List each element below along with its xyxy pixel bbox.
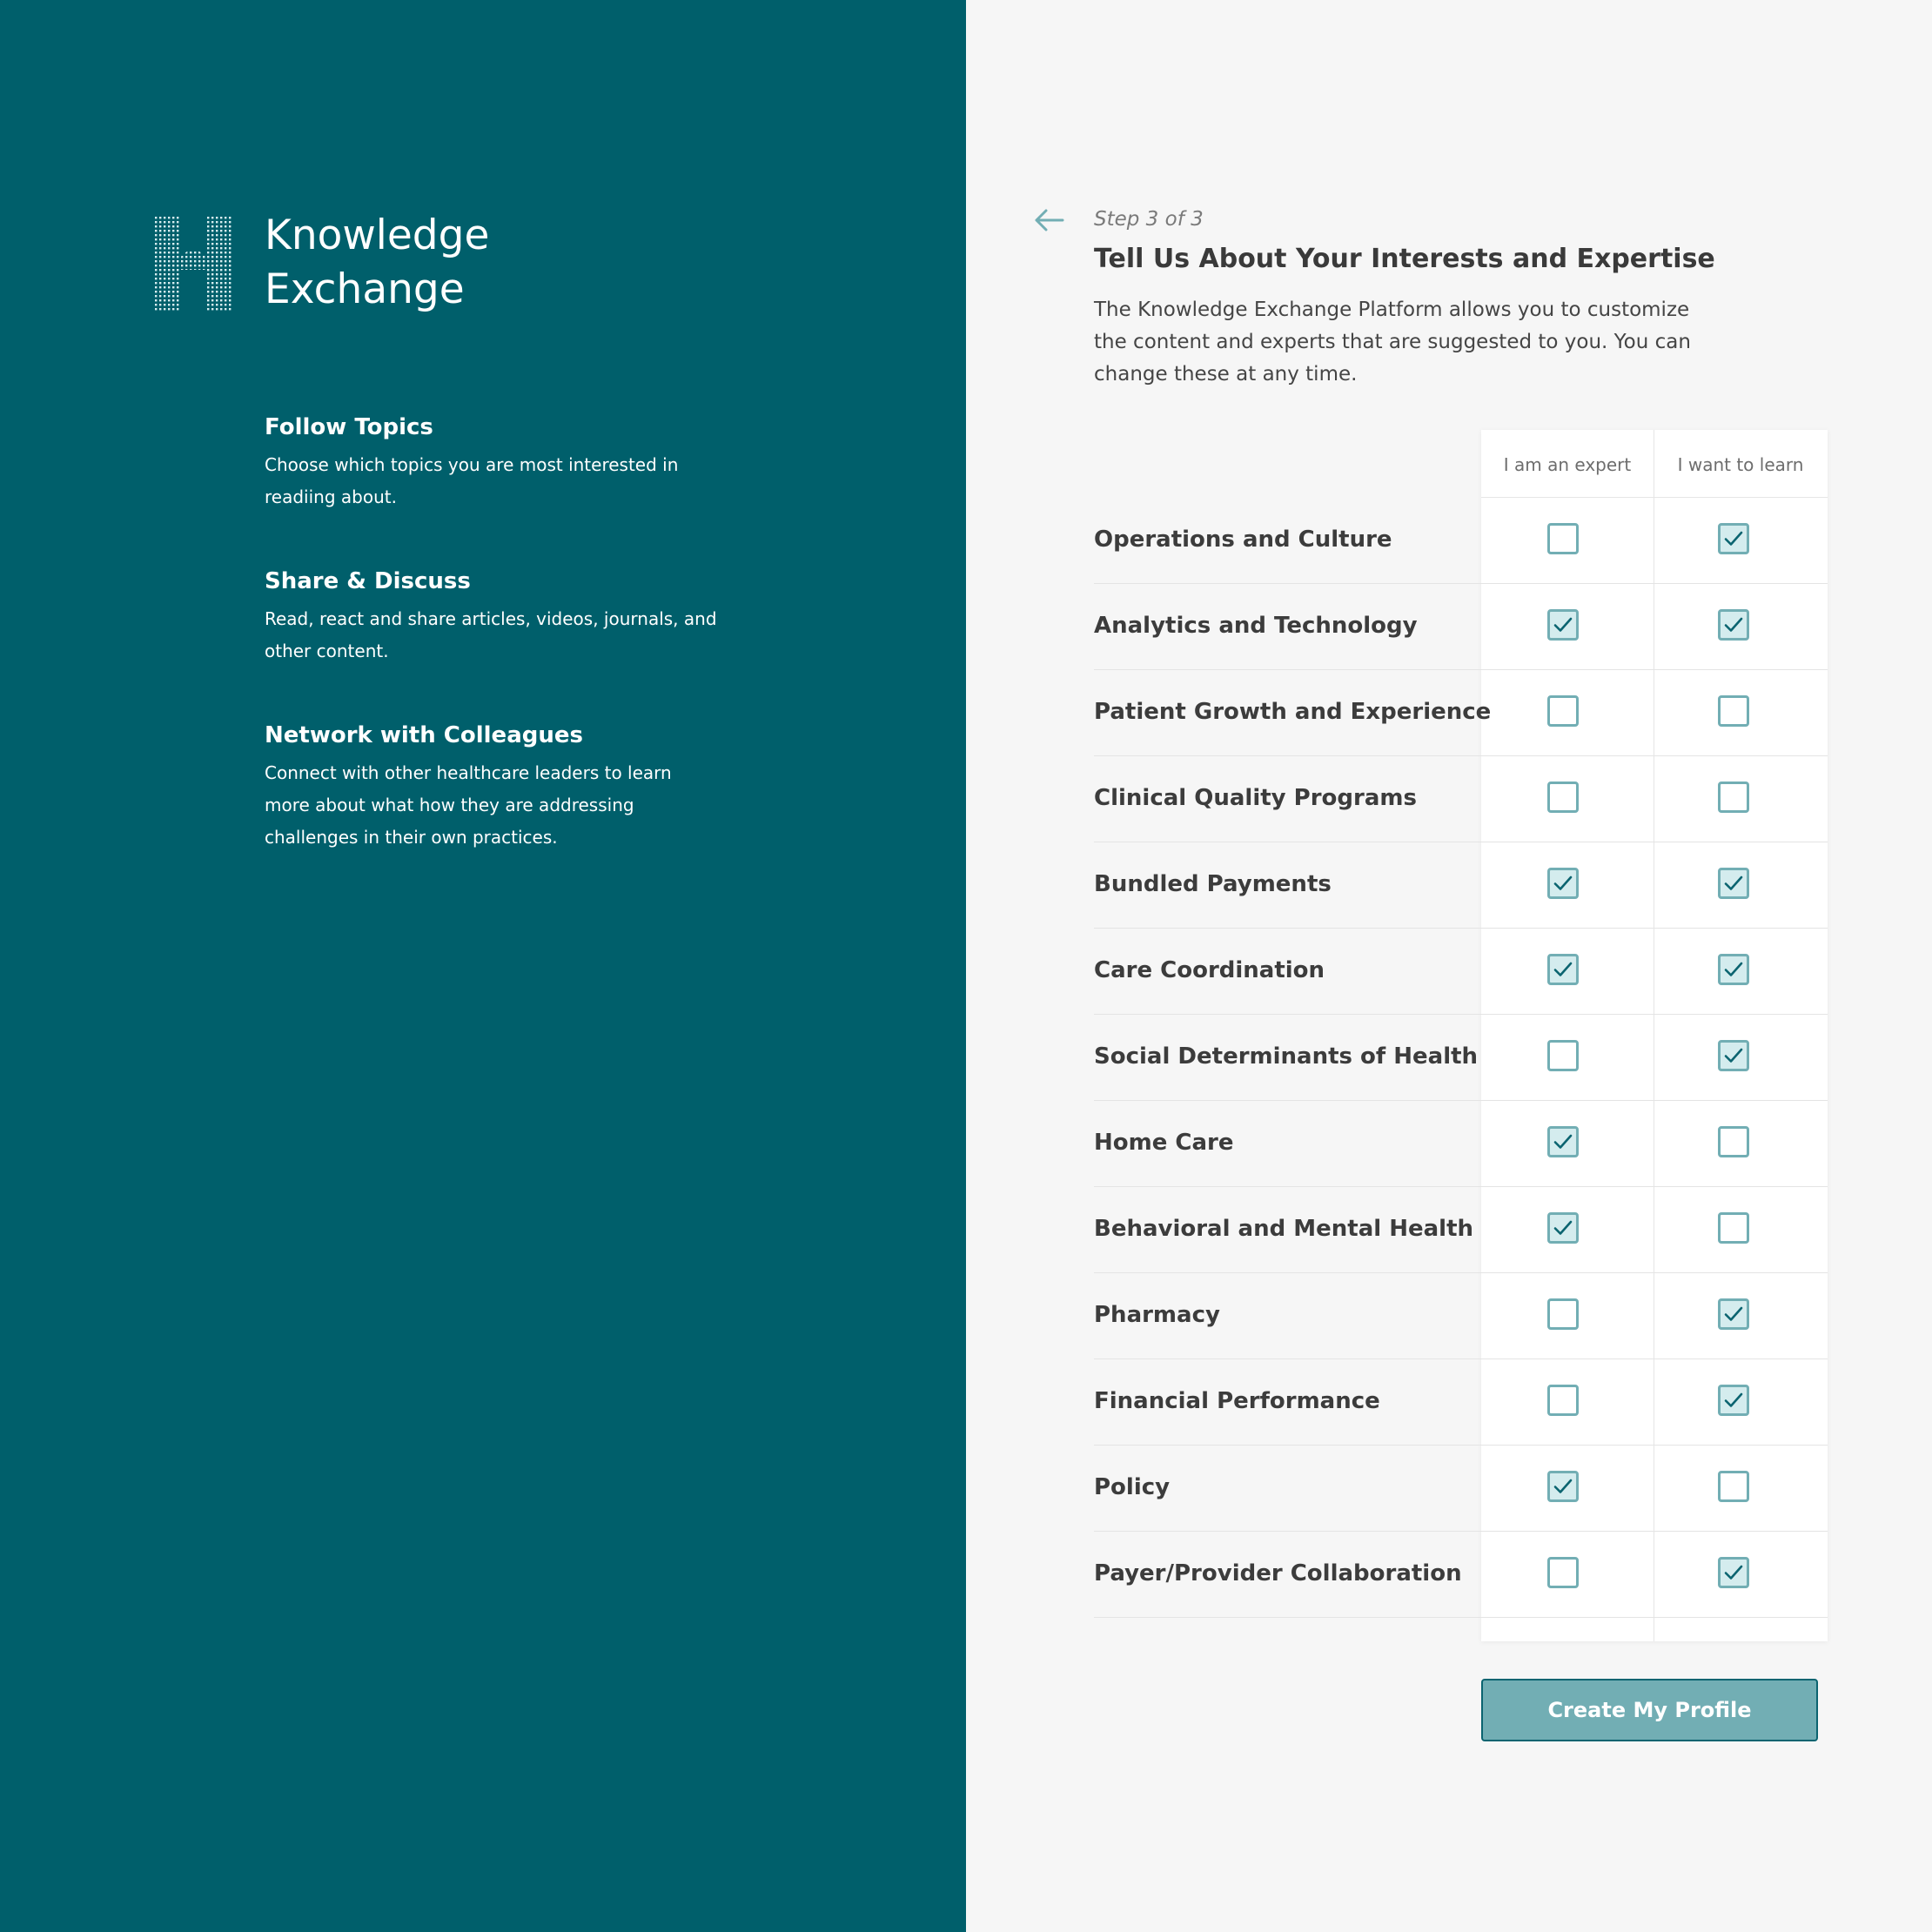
feature-title: Share & Discuss [265,568,471,594]
learn-checkbox[interactable] [1718,609,1749,641]
feature-title: Follow Topics [265,414,433,440]
expert-checkbox[interactable] [1547,1385,1579,1416]
expert-checkbox[interactable] [1547,954,1579,985]
checkmark-icon [1724,1306,1743,1321]
checkmark-icon [1553,1220,1573,1235]
checkmark-icon [1553,875,1573,890]
page-description: The Knowledge Exchange Platform allows y… [1094,299,1691,386]
topic-label: Pharmacy [1094,1302,1220,1328]
learn-checkbox[interactable] [1718,1040,1749,1071]
topic-label: Patient Growth and Experience [1094,699,1492,725]
expert-checkbox[interactable] [1547,868,1579,899]
expert-checkbox[interactable] [1547,1126,1579,1157]
topic-label: Financial Performance [1094,1388,1380,1414]
expert-checkbox[interactable] [1547,782,1579,813]
feature-network: Network with Colleagues Connect with oth… [265,721,717,854]
checkmark-icon [1724,1392,1743,1407]
checkmark-icon [1724,617,1743,632]
step-indicator: Step 3 of 3 [1094,208,1204,231]
learn-checkbox[interactable] [1718,1298,1749,1330]
column-header-learn: I want to learn [1677,454,1804,475]
page-title: Tell Us About Your Interests and Experti… [1094,244,1715,274]
topic-row: Bundled Payments [1094,842,1828,929]
topic-label: Clinical Quality Programs [1094,785,1417,811]
topic-row: Operations and Culture [1094,498,1828,584]
topic-row: Home Care [1094,1101,1828,1187]
checkmark-icon [1724,1048,1743,1063]
create-profile-button[interactable]: Create My Profile [1481,1679,1818,1741]
expert-checkbox[interactable] [1547,609,1579,641]
topic-label: Home Care [1094,1130,1234,1156]
feature-text: Connect with other healthcare leaders to… [265,762,672,848]
topic-label: Behavioral and Mental Health [1094,1216,1474,1242]
learn-checkbox[interactable] [1718,523,1749,554]
topic-row: Patient Growth and Experience [1094,670,1828,756]
topic-row: Pharmacy [1094,1273,1828,1359]
learn-checkbox[interactable] [1718,695,1749,727]
topic-label: Analytics and Technology [1094,613,1418,639]
checkmark-icon [1724,1565,1743,1580]
checkmark-icon [1553,1134,1573,1149]
topic-label: Payer/Provider Collaboration [1094,1560,1462,1587]
topic-row: Care Coordination [1094,929,1828,1015]
brand-line-2: Exchange [265,265,465,313]
feature-share-discuss: Share & Discuss Read, react and share ar… [265,567,717,667]
topic-row: Analytics and Technology [1094,584,1828,670]
checkmark-icon [1553,617,1573,632]
checkmark-icon [1724,962,1743,976]
learn-checkbox[interactable] [1718,954,1749,985]
checkmark-icon [1724,531,1743,546]
learn-checkbox[interactable] [1718,782,1749,813]
topic-row: Behavioral and Mental Health [1094,1187,1828,1273]
learn-checkbox[interactable] [1718,1557,1749,1588]
topic-row: Policy [1094,1446,1828,1532]
topic-label: Policy [1094,1474,1171,1500]
topic-row: Payer/Provider Collaboration [1094,1532,1828,1618]
expert-checkbox[interactable] [1547,523,1579,554]
brand-name: Knowledge Exchange [265,209,489,317]
checkmark-icon [1553,1479,1573,1493]
learn-checkbox[interactable] [1718,1471,1749,1502]
back-arrow-icon[interactable] [1033,207,1064,233]
info-panel: Knowledge Exchange Follow Topics Choose … [0,0,966,1932]
checkmark-icon [1724,875,1743,890]
brand-line-1: Knowledge [265,211,490,259]
topic-list: Operations and Culture Analytics and Tech… [1094,498,1828,1618]
expert-checkbox[interactable] [1547,1212,1579,1244]
expert-checkbox[interactable] [1547,1298,1579,1330]
expert-checkbox[interactable] [1547,1557,1579,1588]
feature-text: Read, react and share articles, videos, … [265,608,717,661]
checkmark-icon [1553,962,1573,976]
topic-label: Operations and Culture [1094,527,1392,553]
topic-row: Clinical Quality Programs [1094,756,1828,842]
learn-checkbox[interactable] [1718,1385,1749,1416]
topic-label: Social Determinants of Health [1094,1043,1479,1070]
feature-text: Choose which topics you are most interes… [265,454,679,507]
expert-checkbox[interactable] [1547,1040,1579,1071]
learn-checkbox[interactable] [1718,868,1749,899]
topic-row: Social Determinants of Health [1094,1015,1828,1101]
learn-checkbox[interactable] [1718,1212,1749,1244]
column-header-expert: I am an expert [1503,454,1632,475]
expert-checkbox[interactable] [1547,1471,1579,1502]
expert-checkbox[interactable] [1547,695,1579,727]
learn-checkbox[interactable] [1718,1126,1749,1157]
knowledge-exchange-logo-icon [154,216,232,312]
feature-title: Network with Colleagues [265,722,583,748]
topic-label: Care Coordination [1094,957,1325,983]
topic-label: Bundled Payments [1094,871,1332,897]
feature-follow-topics: Follow Topics Choose which topics you ar… [265,413,717,513]
topic-row: Financial Performance [1094,1359,1828,1446]
